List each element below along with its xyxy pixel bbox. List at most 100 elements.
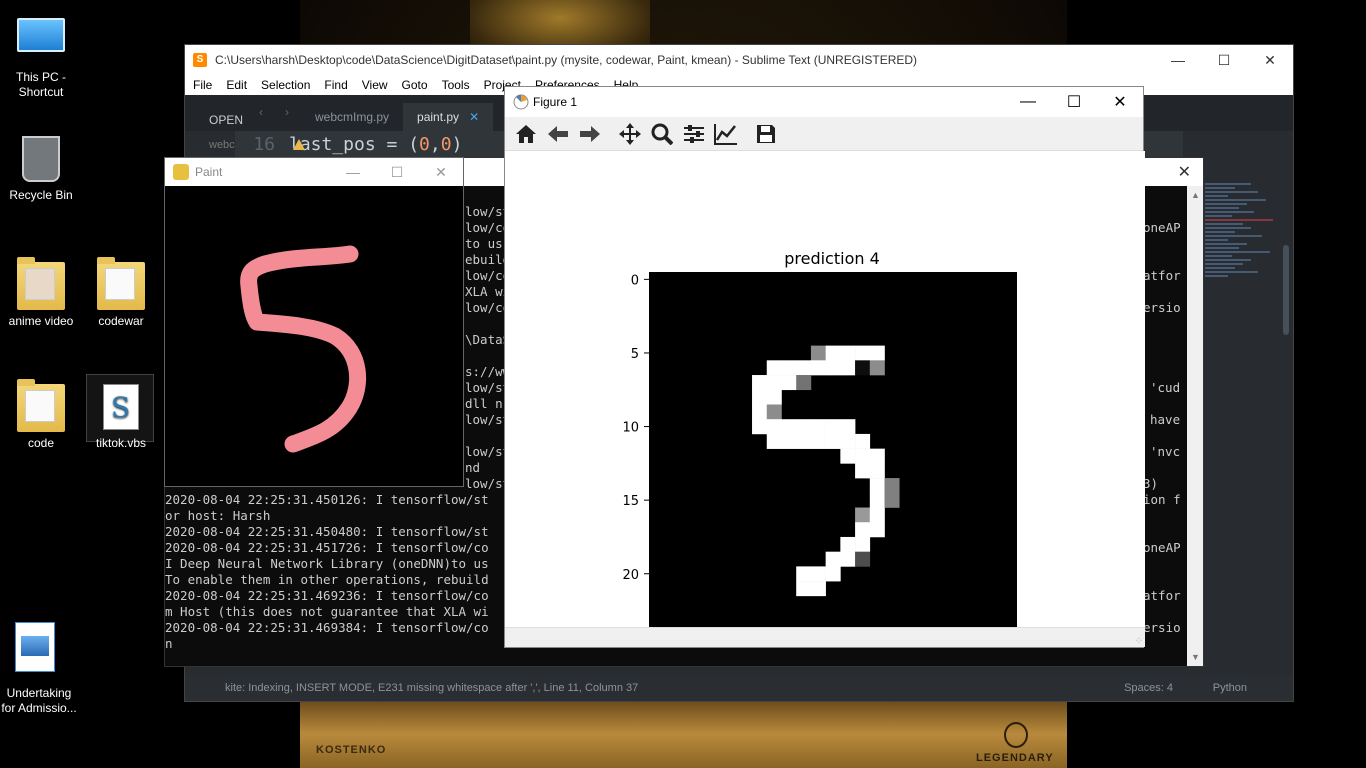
figure-title-bar[interactable]: Figure 1 — ☐ ✕: [505, 87, 1143, 117]
pixel-cell: [840, 345, 856, 361]
console-close-button[interactable]: ✕: [1178, 162, 1191, 182]
status-syntax[interactable]: Python: [1213, 682, 1247, 694]
back-arrow-icon[interactable]: [543, 119, 573, 149]
status-spaces[interactable]: Spaces: 4: [1124, 682, 1173, 694]
pixel-cell: [781, 375, 797, 391]
pixel-cell: [766, 419, 782, 435]
paint-window[interactable]: Paint — ☐ ✕: [164, 157, 464, 487]
drawn-stroke: [240, 245, 367, 453]
desktop-icon-code[interactable]: code: [2, 379, 80, 451]
pixel-cell: [752, 419, 768, 435]
desktop-icon-undertaking[interactable]: Undertaking for Admissio...: [0, 616, 78, 716]
console-line: ion f: [1143, 492, 1181, 507]
pixel-cell: [796, 375, 812, 391]
minimize-button[interactable]: —: [331, 158, 375, 186]
console-line: ersio: [1143, 300, 1181, 315]
pixel-cell: [766, 360, 782, 376]
pixel-cell: [810, 566, 826, 582]
console-line: n: [165, 636, 173, 651]
maximize-button[interactable]: ☐: [1051, 87, 1097, 117]
desktop-icon-label: codewar: [98, 314, 144, 328]
sublime-title: C:\Users\harsh\Desktop\code\DataScience\…: [215, 53, 918, 67]
menu-edit[interactable]: Edit: [226, 78, 247, 92]
code-number: 0: [440, 133, 452, 155]
menu-goto[interactable]: Goto: [402, 78, 428, 92]
minimize-button[interactable]: —: [1005, 87, 1051, 117]
maximize-button[interactable]: ☐: [375, 158, 419, 186]
legendary-logo-icon: [1004, 722, 1028, 748]
pixel-cell: [752, 389, 768, 405]
save-icon[interactable]: [751, 119, 781, 149]
code-suffix: ): [451, 133, 463, 155]
minimize-button[interactable]: —: [1155, 45, 1201, 75]
wallpaper-bottom: [300, 700, 1067, 768]
menu-find[interactable]: Find: [324, 78, 347, 92]
desktop-icon-recycle-bin[interactable]: Recycle Bin: [2, 136, 80, 203]
pygame-icon: [173, 164, 189, 180]
menu-selection[interactable]: Selection: [261, 78, 310, 92]
drawing-canvas[interactable]: [165, 186, 463, 486]
pixel-cell: [855, 463, 871, 479]
maximize-button[interactable]: ☐: [1201, 45, 1247, 75]
home-icon[interactable]: [511, 119, 541, 149]
desktop-icon-tiktok-vbs[interactable]: S tiktok.vbs: [82, 384, 160, 451]
close-button[interactable]: ✕: [419, 158, 463, 186]
sublime-title-bar[interactable]: S C:\Users\harsh\Desktop\code\DataScienc…: [185, 45, 1293, 75]
console-line: atfor: [1143, 268, 1181, 283]
status-bar: kite: Indexing, INSERT MODE, E231 missin…: [185, 675, 1293, 701]
configure-subplots-icon[interactable]: [679, 119, 709, 149]
pixel-cell: [810, 360, 826, 376]
console-line: atfor: [1143, 588, 1181, 603]
pixel-cell: [855, 345, 871, 361]
console-line: 'cud: [1150, 380, 1181, 395]
resize-grip-icon[interactable]: ⁘: [1135, 636, 1143, 647]
console-line: ersio: [1143, 620, 1181, 635]
desktop-icon-anime-video[interactable]: anime video: [2, 257, 80, 329]
forward-arrow-icon[interactable]: [575, 119, 605, 149]
menu-tools[interactable]: Tools: [442, 78, 470, 92]
console-scrollbar[interactable]: ▲ ▼: [1187, 186, 1203, 666]
pixel-cell: [884, 492, 900, 508]
zoom-icon[interactable]: [647, 119, 677, 149]
pixel-cell: [825, 360, 841, 376]
pixel-cell: [869, 507, 885, 523]
close-button[interactable]: ✕: [1247, 45, 1293, 75]
minimap[interactable]: [1205, 181, 1281, 391]
computer-icon: [17, 18, 65, 66]
svg-text:S: S: [111, 391, 130, 424]
figure-toolbar: [505, 117, 1143, 151]
tab-nav-back-icon[interactable]: ‹: [259, 105, 263, 119]
figure-window[interactable]: Figure 1 — ☐ ✕ prediction 4 0 5 10 15 20…: [504, 86, 1145, 648]
recycle-bin-icon: [17, 136, 65, 184]
desktop-icon-this-pc[interactable]: This PC - Shortcut: [2, 14, 80, 100]
pixel-cell: [855, 551, 871, 567]
console-line: 2020-08-04 22:25:31.450126: I tensorflow…: [165, 492, 489, 507]
pixel-cell: [855, 433, 871, 449]
pixel-cell: [869, 478, 885, 494]
folder-icon: [17, 379, 65, 432]
editor-scrollbar[interactable]: [1283, 245, 1289, 335]
menu-view[interactable]: View: [362, 78, 388, 92]
document-icon: [15, 622, 63, 682]
tab-close-icon[interactable]: ✕: [469, 110, 479, 124]
pan-icon[interactable]: [615, 119, 645, 149]
console-line: oneAP: [1143, 540, 1181, 555]
sidebar-open-files-label: OPEN: [209, 113, 244, 127]
menu-file[interactable]: File: [193, 78, 212, 92]
console-line: or host: Harsh: [165, 508, 271, 523]
folder-icon: [97, 257, 145, 310]
paint-title-bar[interactable]: Paint — ☐ ✕: [165, 158, 463, 186]
tab-nav-forward-icon[interactable]: ›: [285, 105, 289, 119]
sidebar-file[interactable]: webc: [209, 139, 235, 151]
line-number: 16: [253, 133, 275, 155]
close-button[interactable]: ✕: [1097, 87, 1143, 117]
desktop-icon-label: anime video: [8, 314, 74, 328]
console-line: 2020-08-04 22:25:31.469384: I tensorflow…: [165, 620, 489, 635]
edit-axis-icon[interactable]: [711, 119, 741, 149]
tab-webcmimg[interactable]: webcmImg.py: [301, 103, 403, 131]
tab-paint[interactable]: paint.py ✕: [403, 103, 494, 131]
desktop-icon-codewar[interactable]: codewar: [82, 257, 160, 329]
desktop-icon-label: This PC - Shortcut: [15, 70, 66, 99]
figure-plot-area[interactable]: prediction 4 0510152005101520: [505, 151, 1145, 629]
y-tick-label: 20: [622, 568, 639, 583]
